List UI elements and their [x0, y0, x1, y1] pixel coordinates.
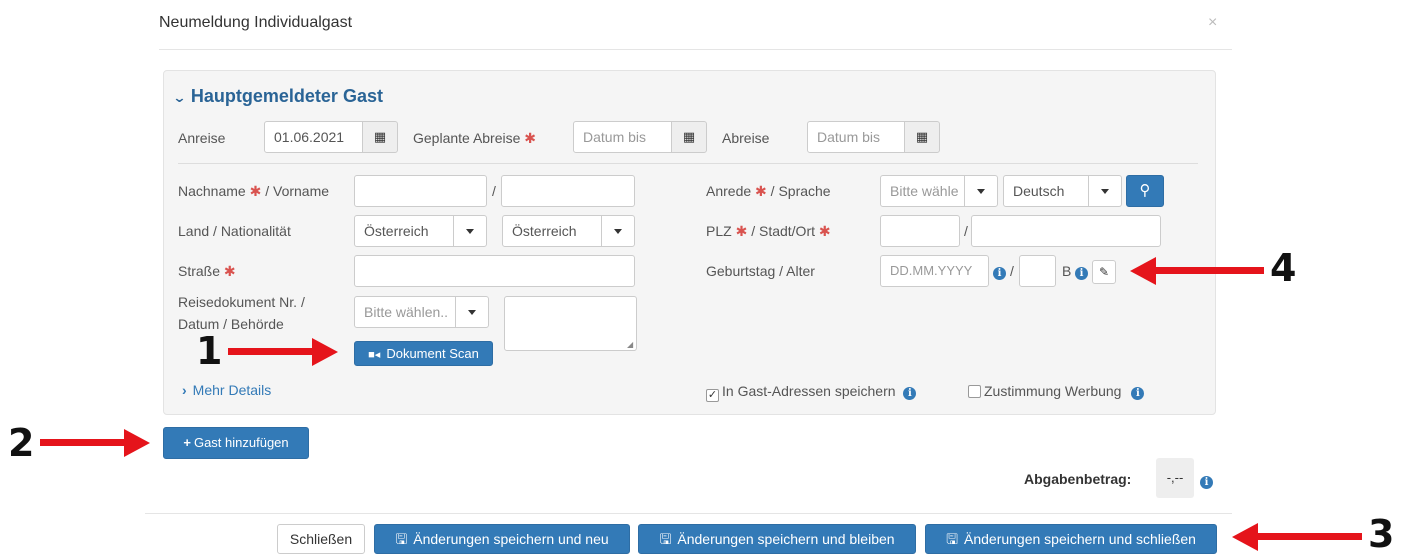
calendar-icon[interactable]: ▦ — [904, 121, 940, 153]
footer-divider — [145, 513, 1232, 514]
search-icon: ⚲ — [1139, 182, 1151, 199]
document-textarea[interactable] — [504, 296, 637, 351]
document-type-select[interactable]: Bitte wählen.. — [354, 296, 456, 328]
annotation-arrow-1-head — [312, 338, 338, 366]
departure-input[interactable]: Datum bis — [807, 121, 905, 153]
annotation-arrow-1 — [228, 348, 314, 355]
more-details-link[interactable]: › Mehr Details — [182, 382, 271, 398]
annotation-marker-2: 2 — [8, 421, 35, 465]
close-icon[interactable]: × — [1208, 14, 1217, 32]
last-name-input[interactable] — [354, 175, 487, 207]
info-icon[interactable]: i — [1200, 472, 1213, 489]
consent-checkbox-row[interactable]: Zustimmung Werbung i — [968, 383, 1145, 400]
zip-city-label: PLZ ✱ / Stadt/Ort ✱ — [706, 223, 831, 239]
required-icon: ✱ — [755, 183, 767, 199]
save-address-checkbox[interactable]: ✓ — [706, 389, 719, 402]
plus-icon: + — [183, 435, 191, 450]
arrival-date-input[interactable]: 01.06.2021 — [264, 121, 363, 153]
language-select[interactable]: Deutsch — [1003, 175, 1089, 207]
annotation-arrow-4 — [1154, 267, 1264, 274]
annotation-arrow-3 — [1256, 533, 1362, 540]
arrival-label: Anreise — [178, 130, 226, 146]
save-address-checkbox-row[interactable]: ✓ In Gast-Adressen speichern i — [706, 383, 917, 402]
birthday-input[interactable]: DD.MM.YYYY — [880, 255, 989, 287]
required-icon: ✱ — [735, 223, 748, 239]
annotation-marker-3: 3 — [1368, 512, 1395, 556]
modal-title: Neumeldung Individualgast — [159, 14, 353, 31]
birthday-slash: / — [1010, 263, 1014, 279]
document-label-line1: Reisedokument Nr. / — [178, 294, 305, 310]
edit-pencil-button[interactable]: ✎ — [1092, 260, 1116, 284]
nationality-dropdown-caret[interactable] — [601, 215, 635, 247]
street-input[interactable] — [354, 255, 635, 287]
salutation-select[interactable]: Bitte wähle — [880, 175, 965, 207]
annotation-marker-1: 1 — [196, 329, 223, 373]
more-details-label: Mehr Details — [192, 382, 272, 398]
info-icon[interactable]: i — [1131, 387, 1145, 400]
salutation-caret[interactable] — [964, 175, 998, 207]
chevron-right-icon: › — [182, 382, 187, 398]
document-scan-label: Dokument Scan — [386, 346, 479, 361]
required-icon: ✱ — [818, 223, 831, 239]
pencil-icon: ✎ — [1098, 265, 1110, 279]
annotation-arrow-2-head — [124, 429, 150, 457]
floppy-disk-icon: 🖫 — [659, 531, 672, 547]
info-icon[interactable]: i — [903, 387, 917, 400]
country-label: Land / Nationalität — [178, 223, 291, 239]
zip-input[interactable] — [880, 215, 960, 247]
floppy-disk-icon: 🖫 — [395, 531, 408, 547]
required-icon: ✱ — [223, 263, 236, 279]
street-label: Straße ✱ — [178, 263, 236, 279]
country-select[interactable]: Österreich — [354, 215, 454, 247]
chevron-down-icon: ⌄ — [172, 90, 187, 105]
save-and-new-label: Änderungen speichern und neu — [413, 531, 609, 547]
add-guest-label: Gast hinzufügen — [193, 435, 289, 450]
name-slash: / — [492, 183, 496, 199]
annotation-marker-4: 4 — [1270, 246, 1297, 290]
resize-handle-icon[interactable]: ◢ — [627, 340, 633, 349]
document-type-caret[interactable] — [455, 296, 489, 328]
floppy-disk-icon: 🖫 — [946, 531, 958, 547]
age-input[interactable] — [1019, 255, 1056, 287]
departure-label: Abreise — [722, 130, 770, 146]
annotation-arrow-4-head — [1130, 257, 1156, 285]
name-label: Nachname ✱ / Vorname — [178, 183, 330, 199]
zip-slash: / — [964, 223, 968, 239]
panel-divider — [178, 163, 1198, 164]
language-caret[interactable] — [1088, 175, 1122, 207]
calendar-icon[interactable]: ▦ — [362, 121, 398, 153]
search-button[interactable]: ⚲ — [1126, 175, 1164, 207]
consent-label: Zustimmung Werbung — [984, 383, 1122, 399]
age-suffix: B — [1062, 263, 1072, 279]
consent-checkbox[interactable] — [968, 385, 981, 398]
add-guest-button[interactable]: + Gast hinzufügen — [163, 427, 309, 459]
city-input[interactable] — [971, 215, 1161, 247]
required-icon: ✱ — [249, 183, 262, 199]
fee-value: -,-- — [1156, 458, 1194, 498]
annotation-arrow-2 — [40, 439, 126, 446]
info-icon[interactable]: i — [993, 263, 1006, 280]
planned-departure-input[interactable]: Datum bis — [573, 121, 672, 153]
save-and-close-label: Änderungen speichern und schließen — [964, 531, 1196, 547]
section-header[interactable]: ⌄ Hauptgemeldeter Gast — [172, 86, 383, 107]
country-dropdown-caret[interactable] — [453, 215, 487, 247]
save-address-label: In Gast-Adressen speichern — [722, 383, 896, 399]
salutation-label: Anrede ✱ / Sprache — [706, 183, 831, 199]
document-label-line2: Datum / Behörde — [178, 316, 284, 332]
planned-departure-label: Geplante Abreise ✱ — [413, 130, 537, 146]
info-icon[interactable]: i — [1075, 263, 1088, 280]
calendar-icon[interactable]: ▦ — [671, 121, 707, 153]
document-scan-button[interactable]: ■◂ Dokument Scan — [354, 341, 493, 366]
header-divider — [159, 49, 1232, 50]
nationality-select[interactable]: Österreich — [502, 215, 602, 247]
required-icon: ✱ — [524, 130, 537, 146]
video-camera-icon: ■◂ — [368, 349, 381, 361]
annotation-arrow-3-head — [1232, 523, 1258, 551]
section-title: Hauptgemeldeter Gast — [190, 86, 383, 106]
first-name-input[interactable] — [501, 175, 635, 207]
fee-label: Abgabenbetrag: — [1024, 471, 1132, 487]
save-and-stay-label: Änderungen speichern und bleiben — [677, 531, 895, 547]
birthday-label: Geburtstag / Alter — [706, 263, 815, 279]
